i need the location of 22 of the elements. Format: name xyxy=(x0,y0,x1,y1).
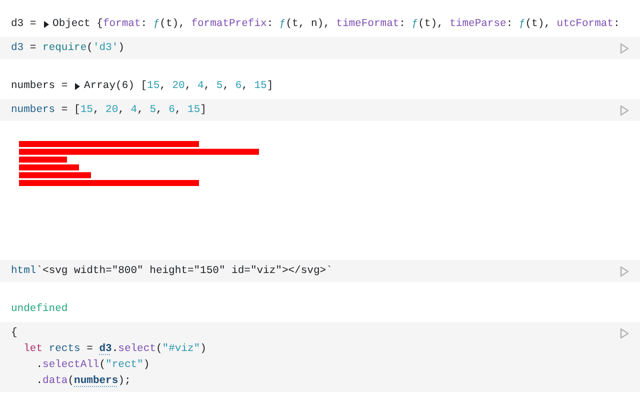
code-cell[interactable]: d3 = require('d3') xyxy=(0,37,640,59)
code-line: numbers = [15, 20, 4, 5, 6, 15] xyxy=(11,103,206,118)
code-line: let rects = d3.select("#viz") xyxy=(22,342,206,357)
run-icon[interactable] xyxy=(620,105,629,116)
run-icon[interactable] xyxy=(620,266,629,277)
code-cell[interactable]: numbers = [15, 20, 4, 5, 6, 15] xyxy=(0,99,640,121)
code-cell[interactable]: html`<svg width="800" height="150" id="viz"></svg>` xyxy=(0,260,640,282)
cell-output-text: Object {format: ƒ(t), formatPrefix: ƒ(t, n), timeFormat: ƒ(t), timeParse: ƒ(t), utcFormat: xyxy=(52,17,620,32)
expand-triangle-icon[interactable] xyxy=(75,82,80,90)
code-line: html`<svg width="800" height="150" id="viz"></svg>` xyxy=(11,264,332,279)
cell-output-value: undefined xyxy=(11,302,68,317)
code-line: { xyxy=(11,326,18,341)
expand-triangle-icon[interactable] xyxy=(44,20,49,28)
code-line: .selectAll("rect") xyxy=(35,358,150,373)
run-icon[interactable] xyxy=(620,43,629,54)
cell-output-text: d3 = xyxy=(11,17,38,32)
cell-output-text: Array(6) [15, 20, 4, 5, 6, 15] xyxy=(84,79,274,94)
cell-output-text: numbers = xyxy=(11,79,69,94)
code-line: .data(numbers); xyxy=(35,374,131,389)
code-line: d3 = require('d3') xyxy=(11,41,124,56)
code-cell[interactable]: { let rects = d3.select("#viz") .selectAll("rect") .data(numbers); xyxy=(0,322,640,392)
run-icon[interactable] xyxy=(620,328,629,339)
